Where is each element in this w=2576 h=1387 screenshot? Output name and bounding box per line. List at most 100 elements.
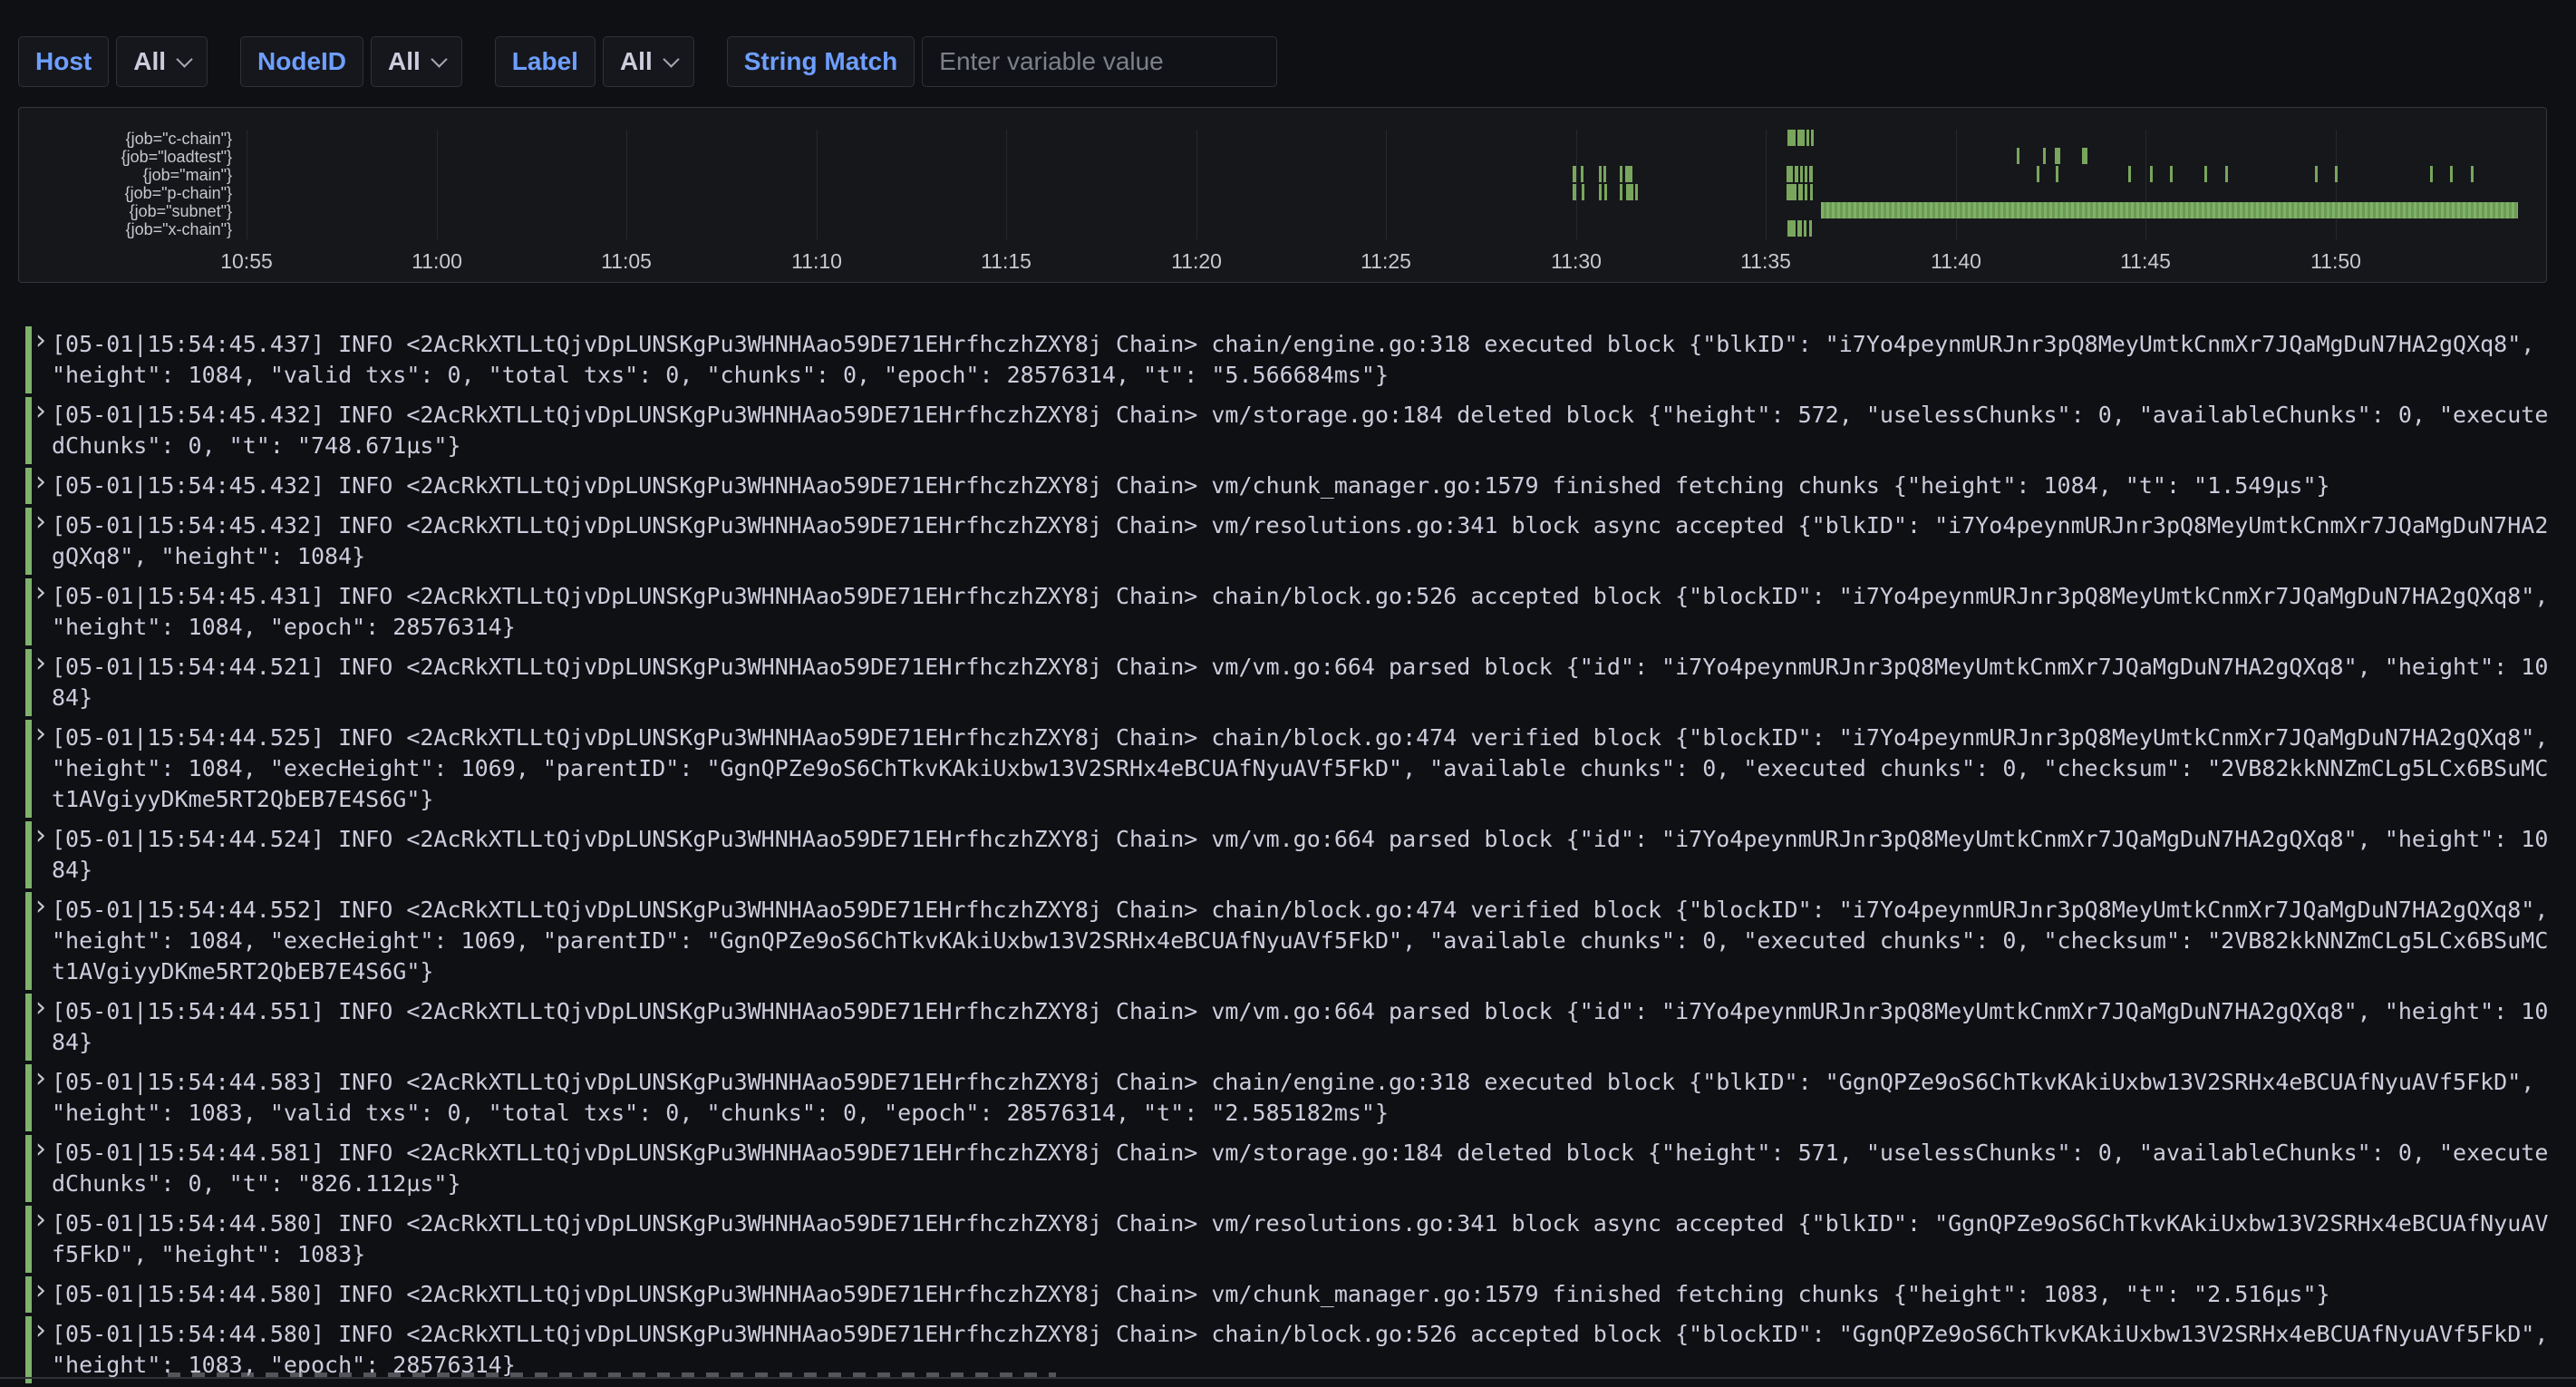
log-volume-panel: {job="c-chain"}{job="loadtest"}{job="mai… <box>18 107 2547 283</box>
log-level-indicator-info <box>25 578 32 645</box>
log-volume-mark <box>1809 220 1812 237</box>
log-row[interactable]: [05-01|15:54:44.552] INFO <2AcRkXTLLtQjv… <box>25 892 2576 990</box>
expand-log-row-icon[interactable] <box>35 1206 46 1237</box>
log-volume-mark <box>2056 166 2058 182</box>
legend-item[interactable]: {job="main"} <box>19 166 232 184</box>
gridline <box>626 130 627 239</box>
log-volume-mark <box>2170 166 2173 182</box>
logs-list: [05-01|15:54:45.437] INFO <2AcRkXTLLtQjv… <box>0 319 2576 1387</box>
expand-log-row-icon[interactable] <box>35 397 46 428</box>
x-axis-tick-label: 11:10 <box>771 249 862 274</box>
log-volume-mark <box>1626 184 1633 200</box>
log-volume-mark <box>1620 166 1622 182</box>
log-volume-mark <box>1787 166 1793 182</box>
log-row[interactable]: [05-01|15:54:44.524] INFO <2AcRkXTLLtQjv… <box>25 821 2576 888</box>
log-level-indicator-info <box>25 508 32 575</box>
string-match-label: String Match <box>727 36 915 87</box>
log-level-indicator-info <box>25 821 32 888</box>
log-row[interactable]: [05-01|15:54:44.580] INFO <2AcRkXTLLtQjv… <box>25 1206 2576 1273</box>
log-volume-mark <box>1797 220 1802 237</box>
log-level-indicator-info <box>25 1276 32 1313</box>
expand-log-row-icon[interactable] <box>35 1064 46 1095</box>
log-row[interactable]: [05-01|15:54:44.551] INFO <2AcRkXTLLtQjv… <box>25 994 2576 1061</box>
expand-log-row-icon[interactable] <box>35 1276 46 1307</box>
log-line-text: [05-01|15:54:45.432] INFO <2AcRkXTLLtQjv… <box>52 470 2553 501</box>
log-volume-mark <box>1787 130 1796 146</box>
log-volume-mark <box>1811 130 1814 146</box>
log-level-indicator-info <box>25 1206 32 1273</box>
variable-dropdown-nodeid-value: All <box>388 47 421 76</box>
expand-log-row-icon[interactable] <box>35 892 46 923</box>
legend-item[interactable]: {job="p-chain"} <box>19 184 232 202</box>
legend-item[interactable]: {job="subnet"} <box>19 202 232 220</box>
legend-item[interactable]: {job="loadtest"} <box>19 148 232 166</box>
gridline <box>2145 130 2146 239</box>
expand-log-row-icon[interactable] <box>35 508 46 538</box>
panel-bottom-divider <box>0 1377 2576 1379</box>
expand-log-row-icon[interactable] <box>35 1316 46 1347</box>
log-level-indicator-info <box>25 994 32 1061</box>
log-row[interactable]: [05-01|15:54:45.431] INFO <2AcRkXTLLtQjv… <box>25 578 2576 645</box>
variable-dropdown-label-value: All <box>620 47 653 76</box>
variable-dropdown-nodeid[interactable]: All <box>371 36 462 87</box>
log-line-text: [05-01|15:54:44.583] INFO <2AcRkXTLLtQjv… <box>52 1067 2553 1129</box>
log-line-text: [05-01|15:54:45.432] INFO <2AcRkXTLLtQjv… <box>52 510 2553 572</box>
log-line-text: [05-01|15:54:44.581] INFO <2AcRkXTLLtQjv… <box>52 1138 2553 1199</box>
log-volume-mark <box>1805 166 1807 182</box>
log-volume-mark <box>2150 166 2153 182</box>
string-match-input[interactable] <box>922 36 1277 87</box>
log-volume-mark <box>2335 166 2338 182</box>
gridline <box>437 130 438 239</box>
x-axis-tick-label: 11:30 <box>1531 249 1622 274</box>
variable-label-label: Label <box>495 36 596 87</box>
expand-log-row-icon[interactable] <box>35 720 46 751</box>
gridline <box>817 130 818 239</box>
log-volume-mark <box>1806 130 1809 146</box>
log-row[interactable]: [05-01|15:54:44.583] INFO <2AcRkXTLLtQjv… <box>25 1064 2576 1131</box>
log-row[interactable]: [05-01|15:54:45.437] INFO <2AcRkXTLLtQjv… <box>25 326 2576 393</box>
expand-log-row-icon[interactable] <box>35 649 46 680</box>
variable-dropdown-label[interactable]: All <box>603 36 694 87</box>
log-row[interactable]: [05-01|15:54:44.580] INFO <2AcRkXTLLtQjv… <box>25 1276 2576 1313</box>
log-volume-mark <box>1804 220 1806 237</box>
expand-log-row-icon[interactable] <box>35 578 46 609</box>
log-volume-mark <box>1625 166 1632 182</box>
variables-toolbar: Host All NodeID All Label All String Mat… <box>18 36 1277 87</box>
x-axis-tick-label: 11:50 <box>2290 249 2381 274</box>
log-volume-band <box>1821 202 2518 218</box>
gridline <box>2336 130 2337 239</box>
log-row[interactable]: [05-01|15:54:45.432] INFO <2AcRkXTLLtQjv… <box>25 508 2576 575</box>
log-row[interactable]: [05-01|15:54:44.521] INFO <2AcRkXTLLtQjv… <box>25 649 2576 716</box>
legend-item[interactable]: {job="c-chain"} <box>19 130 232 148</box>
x-axis-tick-label: 11:15 <box>961 249 1051 274</box>
expand-log-row-icon[interactable] <box>35 994 46 1024</box>
expand-log-row-icon[interactable] <box>35 326 46 357</box>
log-volume-mark <box>2225 166 2228 182</box>
expand-log-row-icon[interactable] <box>35 468 46 499</box>
log-volume-mark <box>1599 184 1602 200</box>
log-volume-mark <box>2315 166 2318 182</box>
log-volume-mark <box>1603 166 1606 182</box>
log-volume-mark <box>1573 184 1576 200</box>
variable-dropdown-host[interactable]: All <box>116 36 208 87</box>
log-line-text: [05-01|15:54:44.524] INFO <2AcRkXTLLtQjv… <box>52 824 2553 886</box>
log-volume-mark <box>1787 184 1796 200</box>
log-line-text: [05-01|15:54:44.552] INFO <2AcRkXTLLtQjv… <box>52 895 2553 987</box>
log-volume-mark <box>1604 184 1607 200</box>
log-volume-mark <box>2450 166 2453 182</box>
variable-label-nodeid: NodeID <box>240 36 363 87</box>
log-volume-mark <box>2017 148 2019 164</box>
x-axis-tick-label: 11:40 <box>1911 249 2001 274</box>
expand-log-row-icon[interactable] <box>35 1135 46 1166</box>
x-axis-tick-label: 11:00 <box>392 249 482 274</box>
gridline <box>1386 130 1387 239</box>
log-row[interactable]: [05-01|15:54:44.581] INFO <2AcRkXTLLtQjv… <box>25 1135 2576 1202</box>
legend-item[interactable]: {job="x-chain"} <box>19 220 232 238</box>
log-row[interactable]: [05-01|15:54:45.432] INFO <2AcRkXTLLtQjv… <box>25 397 2576 464</box>
log-line-text: [05-01|15:54:45.431] INFO <2AcRkXTLLtQjv… <box>52 581 2553 643</box>
expand-log-row-icon[interactable] <box>35 821 46 852</box>
log-volume-mark <box>1795 166 1798 182</box>
log-line-text: [05-01|15:54:44.521] INFO <2AcRkXTLLtQjv… <box>52 652 2553 713</box>
log-row[interactable]: [05-01|15:54:45.432] INFO <2AcRkXTLLtQjv… <box>25 468 2576 504</box>
log-row[interactable]: [05-01|15:54:44.525] INFO <2AcRkXTLLtQjv… <box>25 720 2576 818</box>
